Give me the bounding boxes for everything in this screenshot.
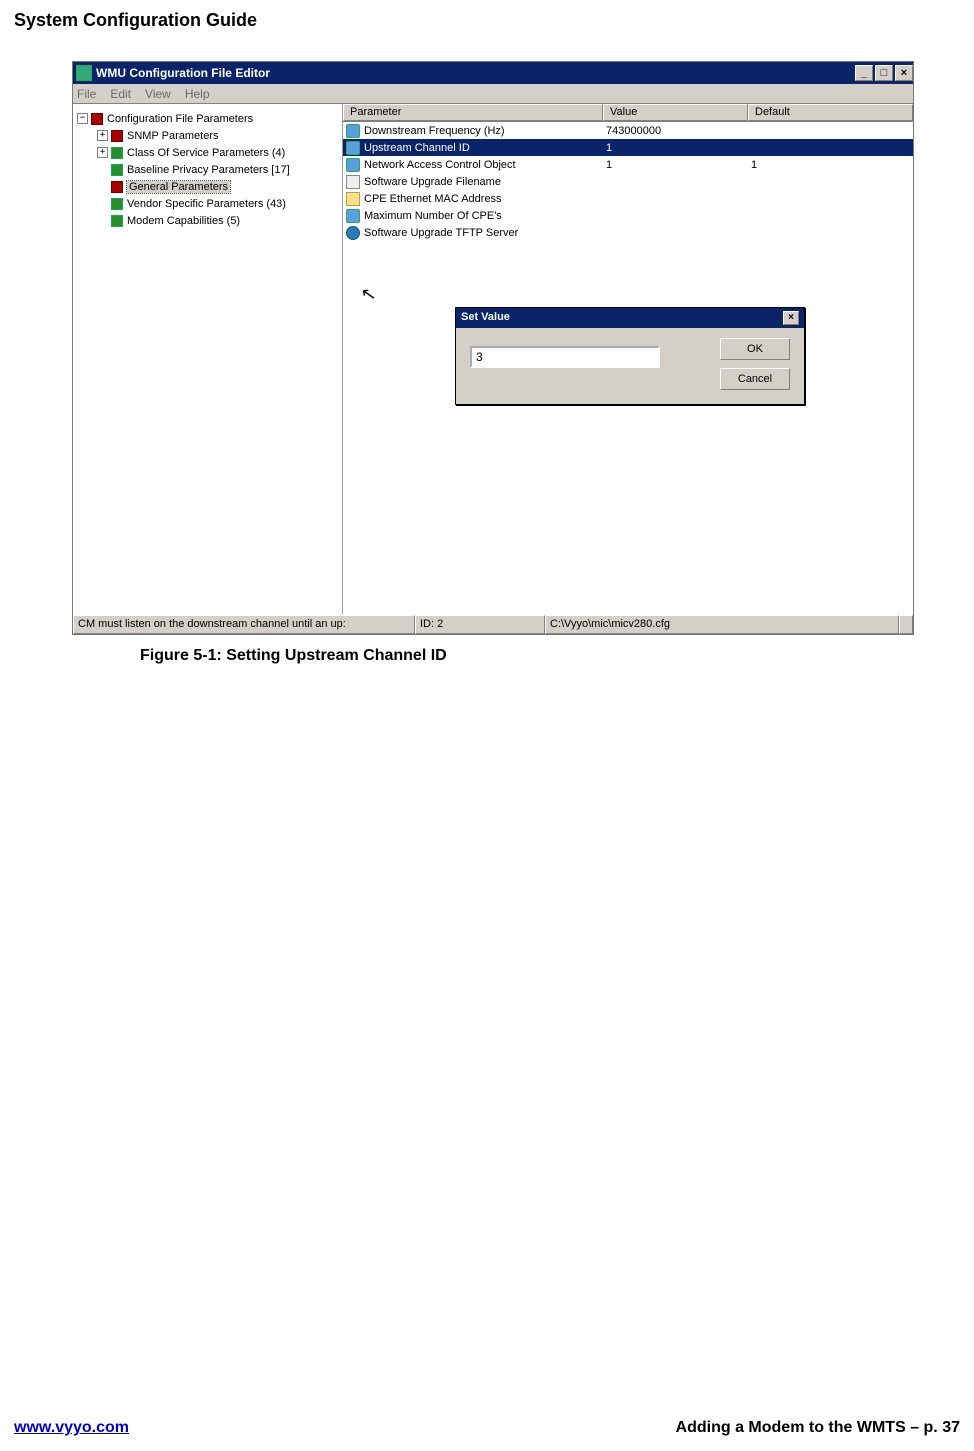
dialog-title: Set Value: [461, 311, 510, 325]
param-name: Network Access Control Object: [364, 159, 516, 171]
close-button[interactable]: ×: [895, 65, 913, 81]
node-icon: [111, 147, 123, 159]
footer-link[interactable]: www.vyyo.com: [14, 1419, 129, 1437]
set-value-dialog: Set Value × OK Cancel: [455, 307, 805, 405]
param-icon: [346, 192, 360, 206]
dialog-titlebar: Set Value ×: [456, 308, 804, 328]
tree-item[interactable]: + Class Of Service Parameters (4): [77, 144, 338, 161]
list-row[interactable]: Network Access Control Object 1 1: [343, 156, 913, 173]
param-name: Maximum Number Of CPE's: [364, 210, 502, 222]
list-header: Parameter Value Default: [343, 104, 913, 122]
app-window: WMU Configuration File Editor _ □ × File…: [72, 61, 914, 635]
tree-item-label: Vendor Specific Parameters (43): [127, 198, 286, 210]
list-row[interactable]: Maximum Number Of CPE's: [343, 207, 913, 224]
col-value[interactable]: Value: [603, 104, 748, 121]
param-icon: [346, 124, 360, 138]
menu-bar: File Edit View Help: [73, 84, 913, 104]
resize-grip-icon[interactable]: [899, 615, 913, 634]
list-row[interactable]: CPE Ethernet MAC Address: [343, 190, 913, 207]
tree-item-label: Class Of Service Parameters (4): [127, 147, 285, 159]
param-value: 1: [603, 159, 748, 171]
col-default[interactable]: Default: [748, 104, 913, 121]
titlebar: WMU Configuration File Editor _ □ ×: [73, 62, 913, 84]
param-name: Software Upgrade TFTP Server: [364, 227, 518, 239]
param-icon: [346, 141, 360, 155]
node-icon: [111, 130, 123, 142]
expand-icon[interactable]: +: [97, 147, 108, 158]
menu-edit[interactable]: Edit: [110, 87, 131, 101]
expand-icon[interactable]: +: [97, 130, 108, 141]
dialog-close-button[interactable]: ×: [783, 311, 799, 325]
param-icon: [346, 158, 360, 172]
list-row[interactable]: Software Upgrade Filename: [343, 173, 913, 190]
tree-item[interactable]: Vendor Specific Parameters (43): [77, 195, 338, 212]
tree-item-label: SNMP Parameters: [127, 130, 219, 142]
window-title: WMU Configuration File Editor: [96, 66, 853, 80]
menu-help[interactable]: Help: [185, 87, 210, 101]
maximize-button[interactable]: □: [875, 65, 893, 81]
minimize-button[interactable]: _: [855, 65, 873, 81]
tree-item-label: Modem Capabilities (5): [127, 215, 240, 227]
ok-button[interactable]: OK: [720, 338, 790, 360]
node-icon: [111, 181, 123, 193]
param-value: 743000000: [603, 125, 748, 137]
tree-root-label: Configuration File Parameters: [107, 113, 253, 125]
param-icon: [346, 226, 360, 240]
tree-item-selected[interactable]: General Parameters: [77, 178, 338, 195]
col-parameter[interactable]: Parameter: [343, 104, 603, 121]
cancel-button[interactable]: Cancel: [720, 368, 790, 390]
figure-caption: Figure 5-1: Setting Upstream Channel ID: [140, 647, 974, 665]
node-icon: [111, 198, 123, 210]
node-icon: [111, 215, 123, 227]
tree-item[interactable]: Modem Capabilities (5): [77, 212, 338, 229]
value-input[interactable]: [470, 346, 660, 368]
tree-item[interactable]: + SNMP Parameters: [77, 127, 338, 144]
tree-item-label: Baseline Privacy Parameters [17]: [127, 164, 290, 176]
page-footer: www.vyyo.com Adding a Modem to the WMTS …: [14, 1419, 960, 1437]
footer-page: Adding a Modem to the WMTS – p. 37: [676, 1419, 960, 1437]
status-path: C:\Vyyo\mic\micv280.cfg: [545, 615, 899, 634]
app-icon: [76, 65, 92, 81]
page-header: System Configuration Guide: [0, 0, 974, 41]
list-row-selected[interactable]: Upstream Channel ID 1: [343, 139, 913, 156]
tree-item-label: General Parameters: [127, 181, 230, 193]
status-id: ID: 2: [415, 615, 545, 634]
tree-item[interactable]: Baseline Privacy Parameters [17]: [77, 161, 338, 178]
menu-view[interactable]: View: [145, 87, 171, 101]
param-default: 1: [748, 159, 913, 171]
param-name: CPE Ethernet MAC Address: [364, 193, 502, 205]
list-row[interactable]: Downstream Frequency (Hz) 743000000: [343, 122, 913, 139]
folder-icon: [91, 113, 103, 125]
node-icon: [111, 164, 123, 176]
list-pane: Parameter Value Default Downstream Frequ…: [343, 104, 913, 614]
param-name: Downstream Frequency (Hz): [364, 125, 505, 137]
list-row[interactable]: Software Upgrade TFTP Server: [343, 224, 913, 241]
menu-file[interactable]: File: [77, 87, 96, 101]
list-body[interactable]: Downstream Frequency (Hz) 743000000 Upst…: [343, 122, 913, 614]
param-value: 1: [603, 142, 748, 154]
param-icon: [346, 175, 360, 189]
param-name: Upstream Channel ID: [364, 142, 470, 154]
tree-pane[interactable]: − Configuration File Parameters + SNMP P…: [73, 104, 343, 614]
status-hint: CM must listen on the downstream channel…: [73, 615, 415, 634]
param-name: Software Upgrade Filename: [364, 176, 501, 188]
param-icon: [346, 209, 360, 223]
collapse-icon[interactable]: −: [77, 113, 88, 124]
status-bar: CM must listen on the downstream channel…: [73, 614, 913, 634]
tree-root[interactable]: − Configuration File Parameters: [77, 110, 338, 127]
cursor-icon: ↖: [359, 283, 378, 306]
